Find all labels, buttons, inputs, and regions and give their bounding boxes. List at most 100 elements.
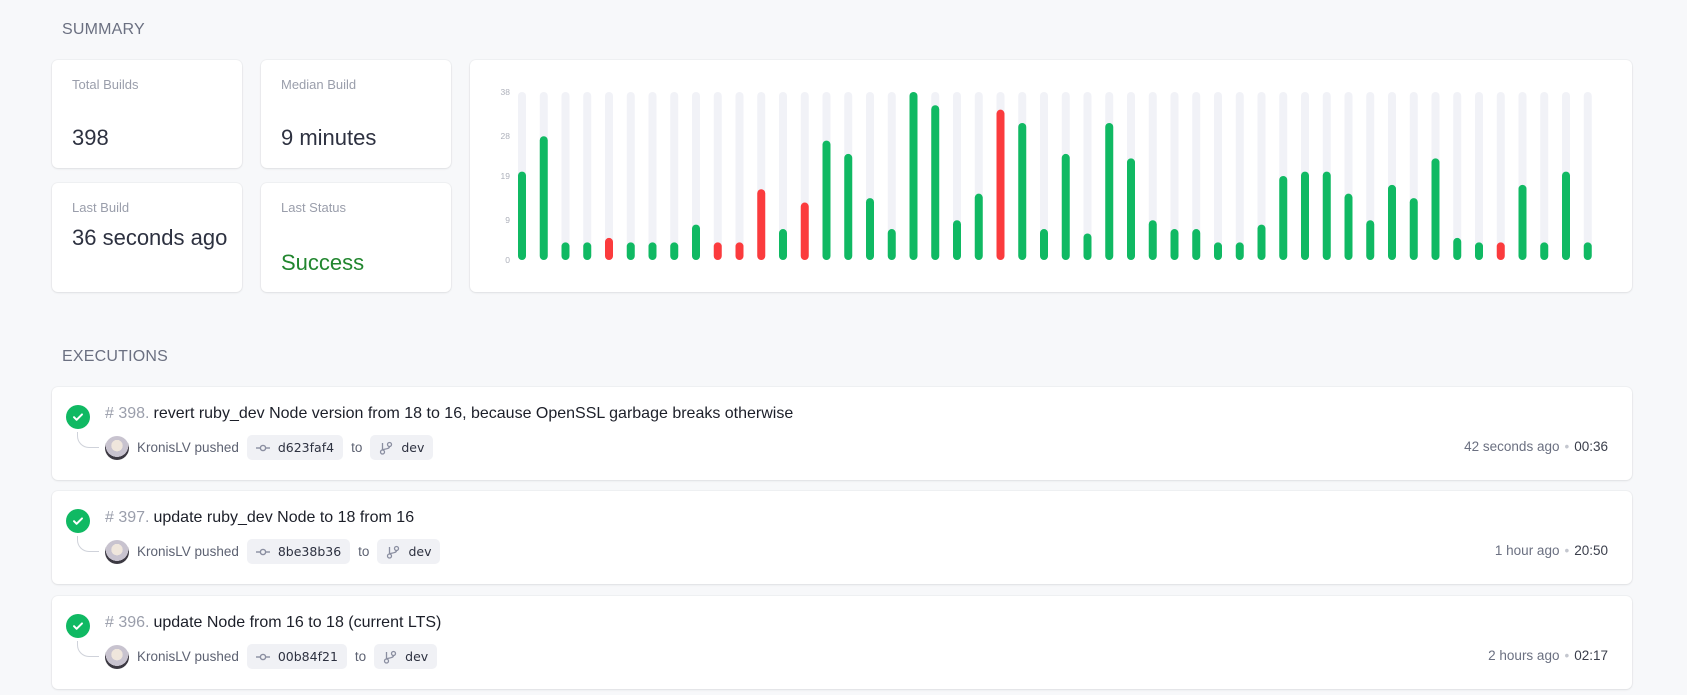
- bar-success[interactable]: [626, 242, 635, 260]
- duration: 00:36: [1574, 439, 1608, 454]
- bar-track: [670, 92, 679, 260]
- bar-failure[interactable]: [735, 242, 744, 260]
- execution-row[interactable]: # 398. revert ruby_dev Node version from …: [52, 387, 1632, 480]
- bar-track: [1214, 92, 1222, 260]
- execution-meta: KronisLV pushed d623faf4 to dev: [105, 435, 441, 460]
- success-check-icon: [66, 405, 90, 429]
- time-ago: 42 seconds ago: [1464, 439, 1560, 454]
- bar-success[interactable]: [1214, 242, 1222, 260]
- bar-success[interactable]: [1170, 229, 1179, 260]
- stat-label: Total Builds: [72, 77, 139, 92]
- bar-success[interactable]: [1040, 229, 1048, 260]
- bar-success[interactable]: [1388, 184, 1396, 260]
- commit-hash: 00b84f21: [277, 649, 338, 664]
- stat-value: 36 seconds ago: [72, 225, 228, 250]
- bar-success[interactable]: [931, 105, 940, 260]
- bar-success[interactable]: [1148, 220, 1157, 260]
- bar-success[interactable]: [670, 242, 679, 260]
- bar-success[interactable]: [692, 224, 700, 260]
- bar-success[interactable]: [1344, 193, 1353, 260]
- execution-timing: 2 hours ago • 02:17: [1488, 648, 1608, 663]
- commit-chip[interactable]: 00b84f21: [246, 644, 347, 669]
- execution-meta: KronisLV pushed 8be38b36 to dev: [105, 539, 448, 564]
- bar-success[interactable]: [1301, 171, 1309, 260]
- bar-track: [735, 92, 744, 260]
- branch-chip[interactable]: dev: [374, 644, 438, 669]
- bar-success[interactable]: [561, 242, 570, 260]
- commit-chip[interactable]: d623faf4: [246, 435, 344, 460]
- commit-chip[interactable]: 8be38b36: [246, 539, 351, 564]
- execution-row[interactable]: # 397. update ruby_dev Node to 18 from 16…: [52, 491, 1632, 584]
- bar-success[interactable]: [1518, 184, 1527, 260]
- execution-timing: 42 seconds ago • 00:36: [1464, 439, 1608, 454]
- execution-number: # 396.: [105, 614, 150, 631]
- branch-chip[interactable]: dev: [370, 435, 434, 460]
- bar-failure[interactable]: [757, 189, 766, 260]
- execution-number: # 397.: [105, 509, 150, 526]
- execution-title[interactable]: # 396. update Node from 16 to 18 (current…: [105, 614, 441, 632]
- bar-success[interactable]: [583, 242, 592, 260]
- stat-card-total-builds: Total Builds 398: [52, 60, 242, 168]
- bar-success[interactable]: [1562, 171, 1570, 260]
- execution-meta: KronisLV pushed 00b84f21 to dev: [105, 644, 445, 669]
- execution-row[interactable]: # 396. update Node from 16 to 18 (current…: [52, 596, 1632, 689]
- bar-success[interactable]: [822, 140, 831, 260]
- bar-success[interactable]: [866, 198, 874, 260]
- bar-success[interactable]: [1235, 242, 1244, 260]
- bar-success[interactable]: [1192, 229, 1201, 260]
- bar-success[interactable]: [1322, 171, 1331, 260]
- bar-track: [713, 92, 722, 260]
- bar-track: [1540, 92, 1549, 260]
- bar-success[interactable]: [779, 229, 787, 260]
- bar-track: [1235, 92, 1244, 260]
- username[interactable]: KronisLV: [137, 649, 191, 664]
- bar-success[interactable]: [1105, 122, 1114, 260]
- git-branch-icon: [380, 441, 393, 455]
- branch-chip[interactable]: dev: [377, 539, 441, 564]
- time-ago: 1 hour ago: [1494, 543, 1560, 558]
- bar-success[interactable]: [953, 220, 961, 260]
- bar-failure[interactable]: [996, 109, 1005, 261]
- bar-success[interactable]: [1453, 237, 1462, 260]
- bar-success[interactable]: [1409, 198, 1418, 260]
- bar-success[interactable]: [974, 193, 983, 260]
- bar-success[interactable]: [1540, 242, 1549, 260]
- bar-success[interactable]: [1279, 176, 1288, 260]
- bar-success[interactable]: [1061, 153, 1070, 260]
- bar-success[interactable]: [1431, 158, 1440, 260]
- git-branch-icon: [387, 545, 400, 559]
- bar-failure[interactable]: [1496, 242, 1505, 260]
- bar-success[interactable]: [887, 229, 896, 260]
- time-ago: 2 hours ago: [1488, 648, 1560, 663]
- bar-success[interactable]: [1366, 220, 1375, 260]
- avatar: [105, 435, 129, 460]
- username[interactable]: KronisLV: [137, 440, 191, 455]
- stat-label: Last Status: [281, 200, 347, 215]
- execution-title[interactable]: # 398. revert ruby_dev Node version from …: [105, 405, 793, 423]
- bar-success[interactable]: [1127, 158, 1135, 260]
- commit-hash: 8be38b36: [277, 544, 342, 559]
- bar-success[interactable]: [648, 242, 657, 260]
- username[interactable]: KronisLV: [137, 544, 191, 559]
- bar-success[interactable]: [844, 153, 853, 260]
- bar-failure[interactable]: [800, 202, 809, 260]
- bar-success[interactable]: [539, 136, 548, 260]
- y-tick-label: 28: [501, 131, 511, 141]
- bar-success[interactable]: [909, 92, 918, 260]
- bar-success[interactable]: [1018, 122, 1027, 260]
- commit-message: update ruby_dev Node to 18 from 16: [153, 509, 415, 526]
- bar-success[interactable]: [1083, 233, 1092, 260]
- stat-card-last-status: Last Status Success: [261, 183, 451, 292]
- bar-success[interactable]: [1583, 242, 1592, 260]
- bar-track: [1496, 92, 1505, 260]
- stat-label: Last Build: [72, 200, 130, 215]
- bar-failure[interactable]: [713, 242, 722, 260]
- summary-heading: SUMMARY: [62, 21, 145, 38]
- bar-success[interactable]: [1475, 242, 1483, 260]
- bar-failure[interactable]: [605, 237, 613, 260]
- bar-success[interactable]: [518, 171, 526, 260]
- execution-title[interactable]: # 397. update ruby_dev Node to 18 from 16: [105, 509, 414, 527]
- stat-value: 9 minutes: [281, 125, 377, 150]
- bar-track: [1475, 92, 1483, 260]
- bar-success[interactable]: [1257, 224, 1266, 260]
